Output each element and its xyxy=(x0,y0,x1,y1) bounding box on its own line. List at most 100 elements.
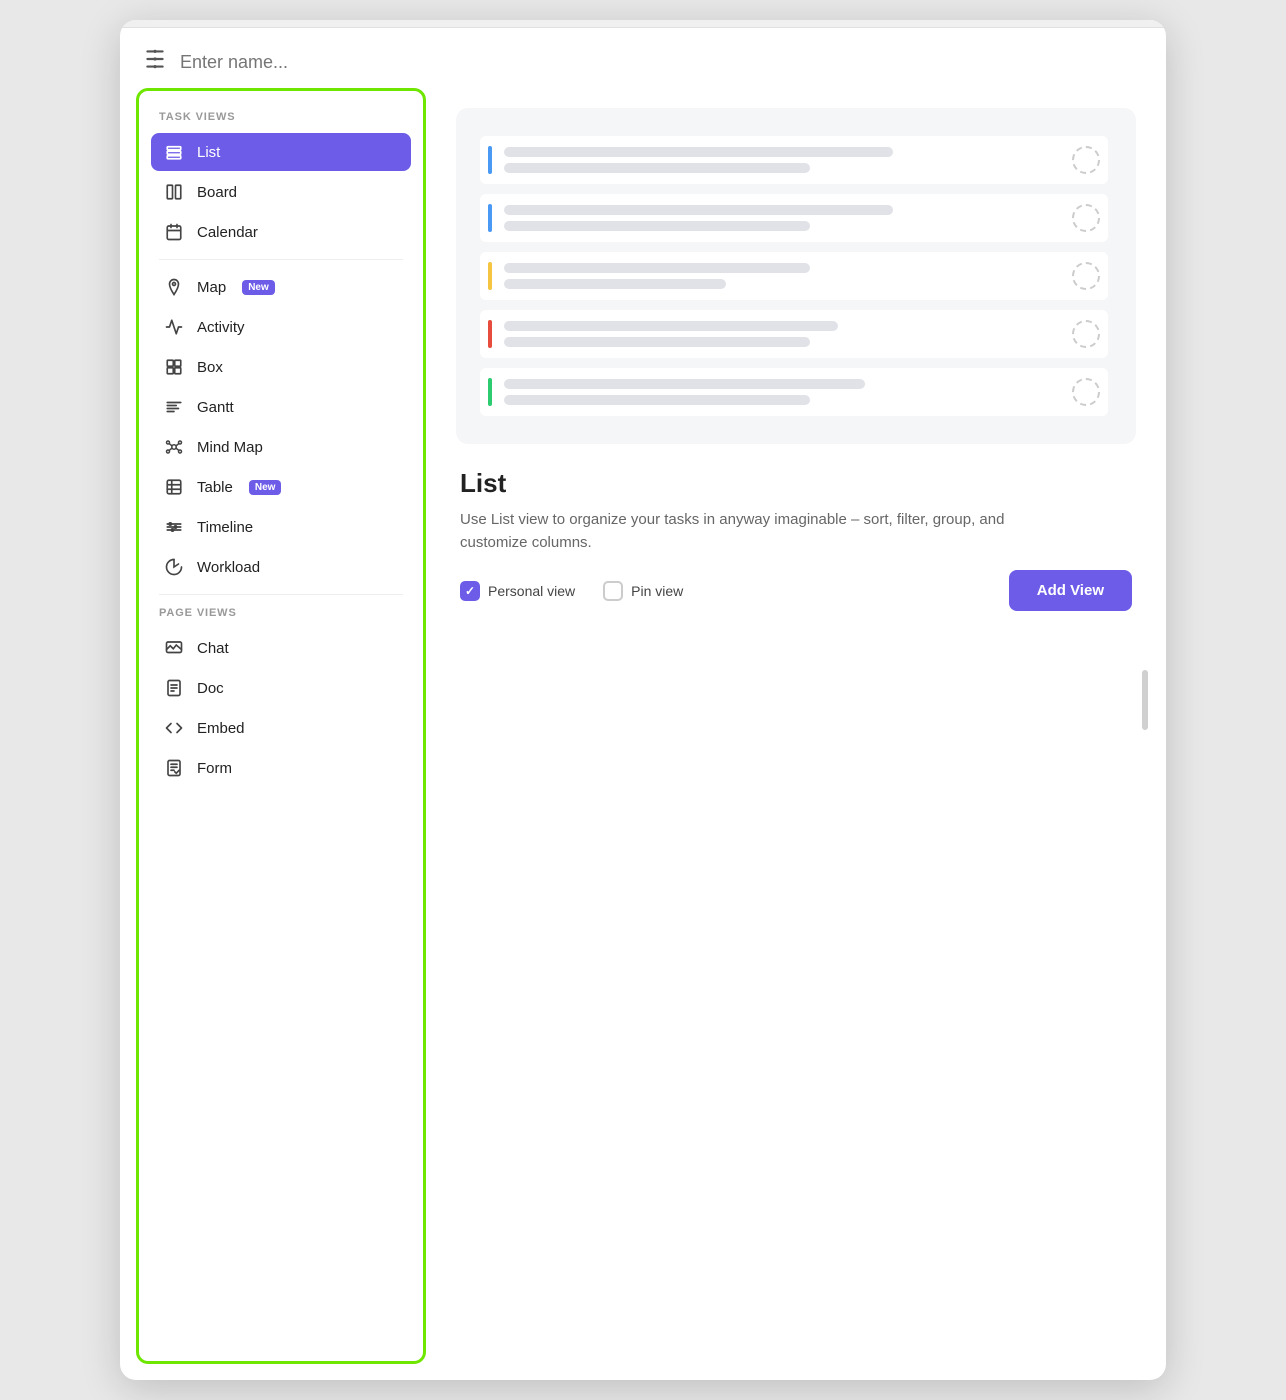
list-label: List xyxy=(197,144,220,161)
activity-label: Activity xyxy=(197,319,245,336)
sidebar-item-mindmap[interactable]: Mind Map xyxy=(151,428,411,466)
map-label: Map xyxy=(197,279,226,296)
board-icon xyxy=(163,183,185,201)
row-lines xyxy=(504,147,1060,173)
sidebar-item-chat[interactable]: Chat xyxy=(151,629,411,667)
sidebar-item-table[interactable]: Table New xyxy=(151,468,411,506)
top-bar xyxy=(120,20,1166,28)
form-icon xyxy=(163,759,185,777)
list-row xyxy=(480,252,1108,300)
map-badge: New xyxy=(242,280,275,295)
map-icon xyxy=(163,278,185,296)
modal-header xyxy=(120,28,1166,88)
view-title: List xyxy=(460,468,1132,499)
task-views-label: TASK VIEWS xyxy=(151,107,411,131)
modal-container: TASK VIEWS List xyxy=(120,20,1166,1380)
sidebar-item-calendar[interactable]: Calendar xyxy=(151,213,411,251)
personal-view-option[interactable]: Personal view xyxy=(460,581,575,601)
embed-icon xyxy=(163,719,185,737)
name-input[interactable] xyxy=(180,52,1144,73)
row-line xyxy=(504,337,810,347)
row-line xyxy=(504,263,810,273)
activity-icon xyxy=(163,318,185,336)
divider-1 xyxy=(159,259,403,260)
row-bar xyxy=(488,262,492,290)
list-row xyxy=(480,368,1108,416)
table-icon xyxy=(163,478,185,496)
calendar-icon xyxy=(163,223,185,241)
row-bar xyxy=(488,204,492,232)
row-line xyxy=(504,205,893,215)
sidebar-item-activity[interactable]: Activity xyxy=(151,308,411,346)
sidebar-item-form[interactable]: Form xyxy=(151,749,411,787)
sidebar: TASK VIEWS List xyxy=(136,88,426,1364)
box-label: Box xyxy=(197,359,223,376)
row-lines xyxy=(504,263,1060,289)
add-view-button[interactable]: Add View xyxy=(1009,570,1132,611)
row-lines xyxy=(504,379,1060,405)
sidebar-item-board[interactable]: Board xyxy=(151,173,411,211)
sidebar-item-map[interactable]: Map New xyxy=(151,268,411,306)
list-row xyxy=(480,194,1108,242)
gantt-icon xyxy=(163,398,185,416)
description-area: List Use List view to organize your task… xyxy=(456,468,1136,611)
personal-view-label: Personal view xyxy=(488,583,575,599)
divider-2 xyxy=(159,594,403,595)
box-icon xyxy=(163,358,185,376)
row-line xyxy=(504,163,810,173)
doc-icon xyxy=(163,679,185,697)
row-circle xyxy=(1072,262,1100,290)
pin-view-option[interactable]: Pin view xyxy=(603,581,683,601)
options-row: Personal view Pin view Add View xyxy=(460,570,1132,611)
row-circle xyxy=(1072,204,1100,232)
header-icon xyxy=(142,46,168,78)
personal-view-checkbox[interactable] xyxy=(460,581,480,601)
pin-view-checkbox[interactable] xyxy=(603,581,623,601)
row-line xyxy=(504,279,726,289)
workload-label: Workload xyxy=(197,559,260,576)
chat-label: Chat xyxy=(197,640,229,657)
calendar-label: Calendar xyxy=(197,224,258,241)
row-circle xyxy=(1072,378,1100,406)
row-bar xyxy=(488,146,492,174)
sidebar-item-embed[interactable]: Embed xyxy=(151,709,411,747)
row-lines xyxy=(504,321,1060,347)
row-line xyxy=(504,379,865,389)
row-circle xyxy=(1072,146,1100,174)
list-row xyxy=(480,310,1108,358)
timeline-icon xyxy=(163,518,185,536)
table-badge: New xyxy=(249,480,282,495)
sidebar-item-workload[interactable]: Workload xyxy=(151,548,411,586)
mindmap-label: Mind Map xyxy=(197,439,263,456)
main-content: List Use List view to organize your task… xyxy=(436,88,1166,1380)
row-lines xyxy=(504,205,1060,231)
row-bar xyxy=(488,378,492,406)
row-line xyxy=(504,395,810,405)
scroll-indicator xyxy=(1142,670,1148,730)
preview-area xyxy=(456,108,1136,444)
view-description: Use List view to organize your tasks in … xyxy=(460,509,1060,554)
workload-icon xyxy=(163,558,185,576)
timeline-label: Timeline xyxy=(197,519,253,536)
chat-icon xyxy=(163,639,185,657)
board-label: Board xyxy=(197,184,237,201)
list-row xyxy=(480,136,1108,184)
page-views-label: PAGE VIEWS xyxy=(151,603,411,627)
pin-view-label: Pin view xyxy=(631,583,683,599)
list-icon xyxy=(163,143,185,161)
row-circle xyxy=(1072,320,1100,348)
sidebar-item-box[interactable]: Box xyxy=(151,348,411,386)
row-line xyxy=(504,147,893,157)
form-label: Form xyxy=(197,760,232,777)
sidebar-item-gantt[interactable]: Gantt xyxy=(151,388,411,426)
table-label: Table xyxy=(197,479,233,496)
sidebar-item-doc[interactable]: Doc xyxy=(151,669,411,707)
row-line xyxy=(504,321,838,331)
embed-label: Embed xyxy=(197,720,245,737)
sidebar-item-timeline[interactable]: Timeline xyxy=(151,508,411,546)
row-line xyxy=(504,221,810,231)
doc-label: Doc xyxy=(197,680,224,697)
sidebar-item-list[interactable]: List xyxy=(151,133,411,171)
gantt-label: Gantt xyxy=(197,399,234,416)
mindmap-icon xyxy=(163,438,185,456)
